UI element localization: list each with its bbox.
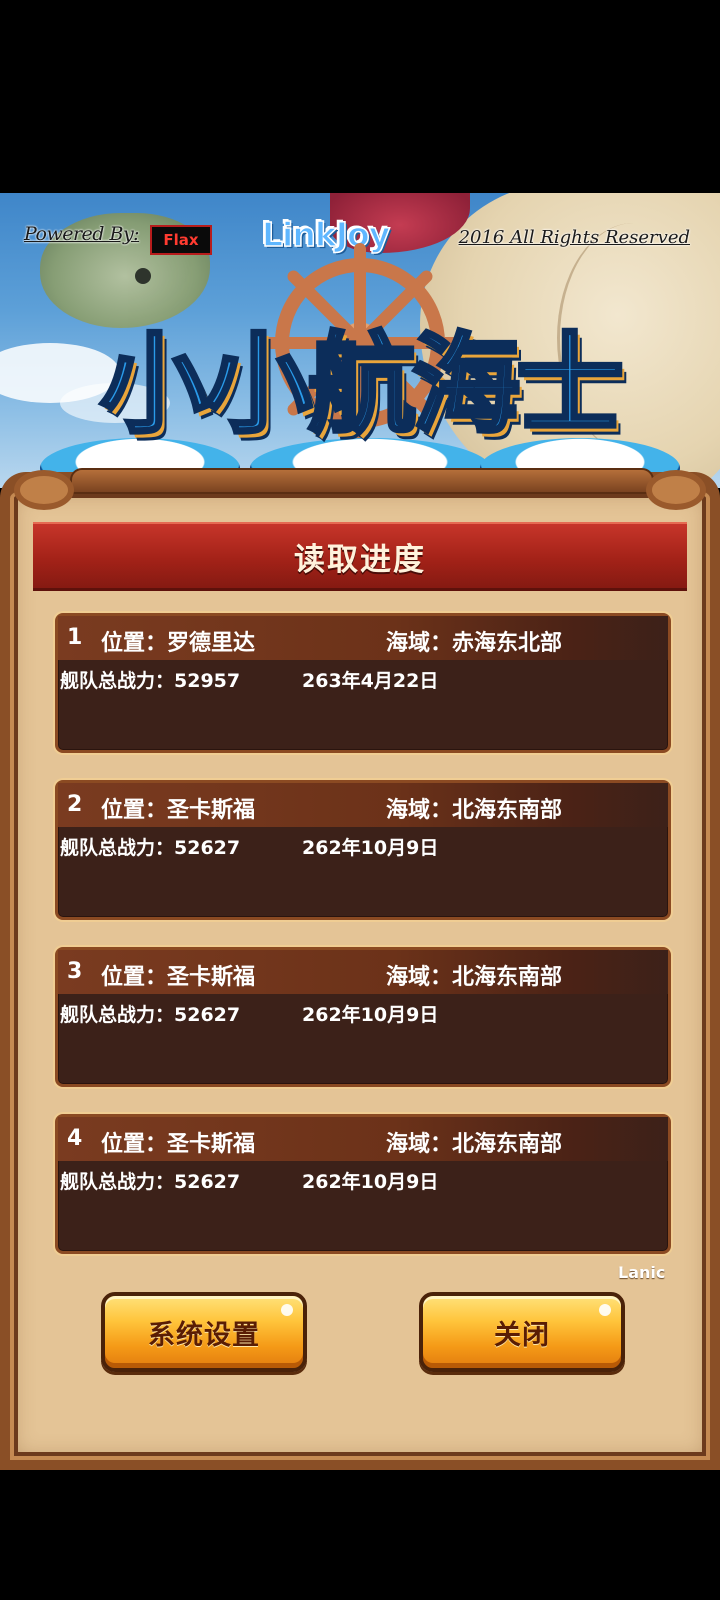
slot-location: 位置：圣卡斯福 <box>101 798 256 823</box>
slot-fleet-power: 舰队总战力：52627 <box>60 837 241 859</box>
slot-date: 262年10月9日 <box>302 1171 439 1193</box>
slot-location: 位置：罗德里达 <box>101 631 256 656</box>
save-slot-4[interactable]: 4 位置：圣卡斯福 海域：北海东南部 舰队总战力：52627 262年10月9日 <box>55 1114 671 1254</box>
system-settings-button[interactable]: 系统设置 <box>101 1292 307 1372</box>
watermark-label: Lanic <box>618 1263 666 1282</box>
slot-number: 1 <box>67 625 83 650</box>
slot-date: 262年10月9日 <box>302 1004 439 1026</box>
powered-by-label: Powered By: <box>24 223 140 245</box>
slot-fleet-power: 舰队总战力：52627 <box>60 1004 241 1026</box>
panel-title: 读取进度 <box>33 522 687 591</box>
system-settings-label: 系统设置 <box>148 1319 260 1351</box>
slot-sea-area: 海域：北海东南部 <box>386 1132 563 1157</box>
flax-logo: Flax <box>150 225 212 255</box>
linkjoy-logo: LinkJoy <box>261 214 391 255</box>
save-slot-3[interactable]: 3 位置：圣卡斯福 海域：北海东南部 舰队总战力：52627 262年10月9日 <box>55 947 671 1087</box>
slot-location: 位置：圣卡斯福 <box>101 965 256 990</box>
save-slot-1[interactable]: 1 位置：罗德里达 海域：赤海东北部 舰队总战力：52957 263年4月22日 <box>55 613 671 753</box>
game-logo: 小小航海士 <box>98 321 626 450</box>
panel-frame-top <box>70 468 654 494</box>
shine-decoration <box>599 1304 611 1316</box>
shine-decoration <box>281 1304 293 1316</box>
slot-number: 2 <box>67 792 83 817</box>
slot-date: 262年10月9日 <box>302 837 439 859</box>
copyright-label: 2016 All Rights Reserved <box>458 227 690 248</box>
slot-fleet-power: 舰队总战力：52957 <box>60 670 241 692</box>
slot-fleet-power: 舰队总战力：52627 <box>60 1171 241 1193</box>
title-banner: Powered By: Flax LinkJoy 2016 All Rights… <box>0 193 720 488</box>
slot-sea-area: 海域：北海东南部 <box>386 965 563 990</box>
save-slot-2[interactable]: 2 位置：圣卡斯福 海域：北海东南部 舰队总战力：52627 262年10月9日 <box>55 780 671 920</box>
frame-curl-left <box>14 470 74 510</box>
slot-location: 位置：圣卡斯福 <box>101 1132 256 1157</box>
frame-curl-right <box>646 470 706 510</box>
close-label: 关闭 <box>494 1319 550 1351</box>
slot-number: 3 <box>67 959 83 984</box>
close-button[interactable]: 关闭 <box>419 1292 625 1372</box>
slot-date: 263年4月22日 <box>302 670 439 692</box>
slot-sea-area: 海域：赤海东北部 <box>386 631 563 656</box>
slot-number: 4 <box>67 1126 83 1151</box>
slot-sea-area: 海域：北海东南部 <box>386 798 563 823</box>
